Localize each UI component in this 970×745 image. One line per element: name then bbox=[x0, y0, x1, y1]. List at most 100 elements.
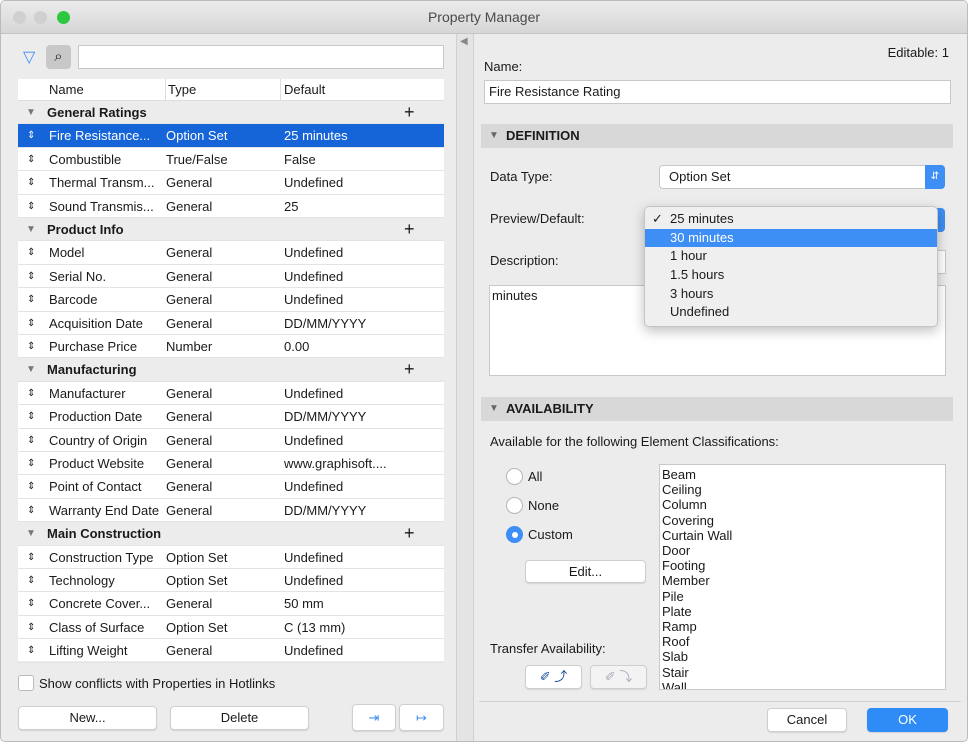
drag-handle-icon[interactable]: ⇕ bbox=[27, 639, 35, 662]
dropdown-option[interactable]: 1.5 hours bbox=[645, 266, 937, 285]
import-icon[interactable]: ⇥ bbox=[352, 704, 396, 731]
availability-section-header[interactable]: ▼ AVAILABILITY bbox=[481, 397, 953, 421]
drag-handle-icon[interactable]: ⇕ bbox=[27, 452, 35, 475]
drag-handle-icon[interactable]: ⇕ bbox=[27, 148, 35, 171]
add-icon[interactable]: + bbox=[404, 522, 415, 545]
add-icon[interactable]: + bbox=[404, 101, 415, 124]
group-row[interactable]: ▼ Main Construction + bbox=[18, 522, 444, 546]
dropdown-option[interactable]: 3 hours bbox=[645, 285, 937, 304]
table-row[interactable]: ⇕ Fire Resistance... Option Set 25 minutes bbox=[18, 124, 444, 148]
drag-handle-icon[interactable]: ⇕ bbox=[27, 429, 35, 452]
drag-handle-icon[interactable]: ⇕ bbox=[27, 335, 35, 358]
list-item[interactable]: Member bbox=[662, 573, 945, 588]
filter-icon[interactable]: ▽ bbox=[23, 47, 35, 67]
table-row[interactable]: ⇕ Serial No. General Undefined bbox=[18, 265, 444, 289]
dropdown-option[interactable]: 30 minutes bbox=[645, 228, 937, 248]
list-item[interactable]: Pile bbox=[662, 589, 945, 604]
drag-handle-icon[interactable]: ⇕ bbox=[27, 499, 35, 522]
list-item[interactable]: Plate bbox=[662, 604, 945, 619]
dropdown-option[interactable]: Undefined bbox=[645, 303, 937, 322]
table-row[interactable]: ⇕ Warranty End Date General DD/MM/YYYY bbox=[18, 499, 444, 523]
drag-handle-icon[interactable]: ⇕ bbox=[27, 475, 35, 498]
drag-handle-icon[interactable]: ⇕ bbox=[27, 616, 35, 639]
table-row[interactable]: ⇕ Technology Option Set Undefined bbox=[18, 569, 444, 593]
definition-section-header[interactable]: ▼ DEFINITION bbox=[481, 124, 953, 148]
list-item[interactable]: Column bbox=[662, 497, 945, 512]
disclosure-triangle-icon[interactable]: ▼ bbox=[26, 522, 36, 545]
table-row[interactable]: ⇕ Country of Origin General Undefined bbox=[18, 429, 444, 452]
list-item[interactable]: Footing bbox=[662, 558, 945, 573]
list-item[interactable]: Wall bbox=[662, 680, 945, 689]
table-row[interactable]: ⇕ Concrete Cover... General 50 mm bbox=[18, 592, 444, 616]
table-row[interactable]: ⇕ Lifting Weight General Undefined bbox=[18, 639, 444, 663]
delete-button[interactable]: Delete bbox=[170, 706, 309, 730]
column-header-name[interactable]: Name bbox=[49, 79, 84, 101]
close-button[interactable] bbox=[13, 11, 26, 24]
table-row[interactable]: ⇕ Production Date General DD/MM/YYYY bbox=[18, 405, 444, 429]
column-header-default[interactable]: Default bbox=[280, 79, 325, 101]
drag-handle-icon[interactable]: ⇕ bbox=[27, 546, 35, 569]
dropdown-option[interactable]: ✓ 25 minutes bbox=[645, 210, 937, 229]
drag-handle-icon[interactable]: ⇕ bbox=[27, 265, 35, 288]
minimize-button[interactable] bbox=[34, 11, 47, 24]
drag-handle-icon[interactable]: ⇕ bbox=[27, 312, 35, 335]
table-row[interactable]: ⇕ Product Website General www.graphisoft...… bbox=[18, 452, 444, 476]
group-row[interactable]: ▼ Manufacturing + bbox=[18, 358, 444, 382]
table-row[interactable]: ⇕ Point of Contact General Undefined bbox=[18, 475, 444, 499]
table-row[interactable]: ⇕ Class of Surface Option Set C (13 mm) bbox=[18, 616, 444, 640]
table-row[interactable]: ⇕ Model General Undefined bbox=[18, 241, 444, 265]
search-input[interactable] bbox=[78, 45, 444, 69]
drag-handle-icon[interactable]: ⇕ bbox=[27, 288, 35, 311]
table-row[interactable]: ⇕ Combustible True/False False bbox=[18, 148, 444, 172]
column-header-type[interactable]: Type bbox=[165, 79, 196, 101]
ok-button[interactable]: OK bbox=[867, 708, 948, 732]
list-item[interactable]: Stair bbox=[662, 665, 945, 680]
list-item[interactable]: Slab bbox=[662, 649, 945, 664]
table-row[interactable]: ⇕ Manufacturer General Undefined bbox=[18, 382, 444, 406]
drag-handle-icon[interactable]: ⇕ bbox=[27, 382, 35, 405]
show-conflicts-checkbox[interactable] bbox=[18, 675, 34, 691]
list-item[interactable]: Ceiling bbox=[662, 482, 945, 497]
table-row[interactable]: ⇕ Barcode General Undefined bbox=[18, 288, 444, 312]
add-icon[interactable]: + bbox=[404, 358, 415, 381]
drag-handle-icon[interactable]: ⇕ bbox=[27, 592, 35, 615]
group-row[interactable]: ▼ Product Info + bbox=[18, 218, 444, 242]
table-row[interactable]: ⇕ Purchase Price Number 0.00 bbox=[18, 335, 444, 359]
drag-handle-icon[interactable]: ⇕ bbox=[27, 569, 35, 592]
list-item[interactable]: Beam bbox=[662, 467, 945, 482]
zoom-button[interactable] bbox=[57, 11, 70, 24]
drag-handle-icon[interactable]: ⇕ bbox=[27, 171, 35, 194]
table-row[interactable]: ⇕ Sound Transmis... General 25 bbox=[18, 195, 444, 218]
drag-handle-icon[interactable]: ⇕ bbox=[27, 405, 35, 428]
disclosure-triangle-icon[interactable]: ▼ bbox=[26, 101, 36, 124]
radio-none[interactable] bbox=[506, 497, 523, 514]
list-item[interactable]: Ramp bbox=[662, 619, 945, 634]
search-icon[interactable]: ⌕ bbox=[46, 45, 71, 69]
drag-handle-icon[interactable]: ⇕ bbox=[27, 241, 35, 264]
drag-handle-icon[interactable]: ⇕ bbox=[27, 124, 35, 147]
dropdown-option[interactable]: 1 hour bbox=[645, 247, 937, 266]
edit-classifications-button[interactable]: Edit... bbox=[525, 560, 646, 583]
new-button[interactable]: New... bbox=[18, 706, 157, 730]
add-icon[interactable]: + bbox=[404, 218, 415, 241]
data-type-select[interactable]: Option Set ⇵ bbox=[659, 165, 945, 189]
radio-custom[interactable] bbox=[506, 526, 523, 543]
list-item[interactable]: Covering bbox=[662, 513, 945, 528]
export-icon[interactable]: ↦ bbox=[399, 704, 444, 731]
group-row[interactable]: ▼ General Ratings + bbox=[18, 101, 444, 125]
classifications-list[interactable]: Beam Ceiling Column Covering Curtain Wall Doo… bbox=[659, 464, 946, 690]
list-item[interactable]: Curtain Wall bbox=[662, 528, 945, 543]
name-input[interactable]: Fire Resistance Rating bbox=[484, 80, 951, 104]
drag-handle-icon[interactable]: ⇕ bbox=[27, 195, 35, 218]
table-row[interactable]: ⇕ Acquisition Date General DD/MM/YYYY bbox=[18, 312, 444, 335]
pick-availability-icon[interactable]: ✐ ⤴ bbox=[525, 665, 582, 689]
radio-all[interactable] bbox=[506, 468, 523, 485]
table-row[interactable]: ⇕ Thermal Transm... General Undefined bbox=[18, 171, 444, 195]
disclosure-triangle-icon[interactable]: ▼ bbox=[26, 218, 36, 241]
table-row[interactable]: ⇕ Construction Type Option Set Undefined bbox=[18, 546, 444, 569]
collapse-arrow-icon[interactable]: ◀ bbox=[460, 36, 468, 47]
cancel-button[interactable]: Cancel bbox=[767, 708, 847, 732]
splitter[interactable]: ◀ bbox=[456, 34, 474, 741]
list-item[interactable]: Door bbox=[662, 543, 945, 558]
list-item[interactable]: Roof bbox=[662, 634, 945, 649]
